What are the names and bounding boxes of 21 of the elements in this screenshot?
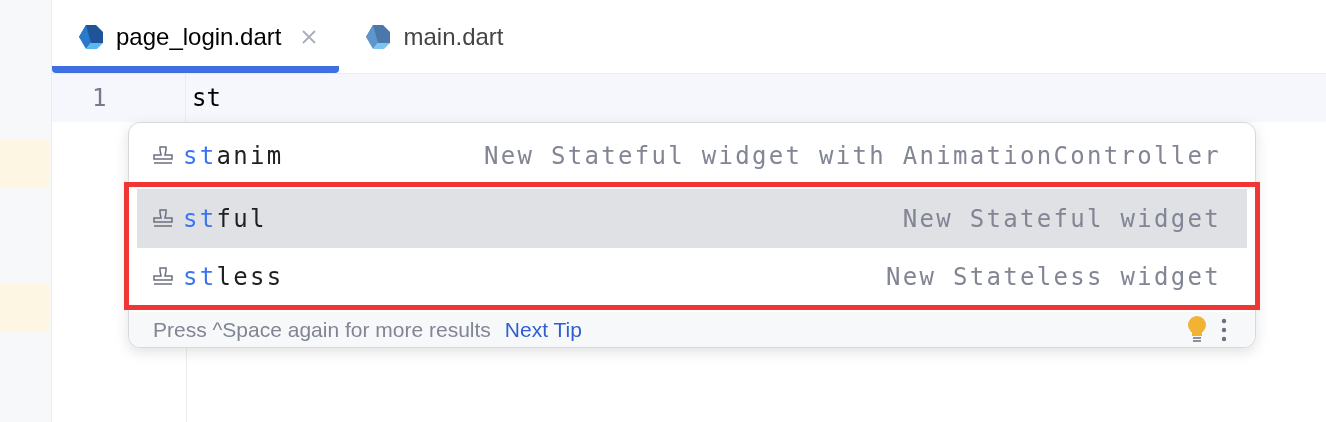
more-options-icon[interactable] — [1221, 317, 1227, 342]
completion-name: stful — [183, 204, 267, 233]
editor-tab[interactable]: main.dart — [339, 0, 526, 73]
hint-text: Press ^Space again for more results — [153, 317, 491, 342]
stamp-icon — [151, 145, 175, 167]
dart-icon — [365, 23, 392, 50]
stamp-icon — [151, 265, 175, 288]
lightbulb-icon[interactable] — [1187, 315, 1207, 344]
completion-item[interactable]: stless New Stateless widget — [124, 248, 1260, 310]
completion-description: New Stateless widget — [886, 262, 1221, 291]
next-tip-link[interactable]: Next Tip — [504, 317, 582, 342]
completion-name: stanim — [183, 142, 284, 170]
completion-item[interactable]: stful New Stateful widget — [124, 182, 1260, 248]
code-text: st — [191, 84, 221, 112]
completion-item[interactable]: stanim New Stateful widget with AnimationController — [137, 130, 1247, 182]
dart-icon — [78, 23, 104, 50]
completion-description: New Stateful widget with AnimationController — [484, 142, 1221, 170]
close-icon[interactable] — [301, 28, 318, 45]
completion-name: stless — [183, 262, 284, 291]
stamp-icon — [151, 207, 175, 230]
completion-description: New Stateful widget — [902, 204, 1221, 233]
